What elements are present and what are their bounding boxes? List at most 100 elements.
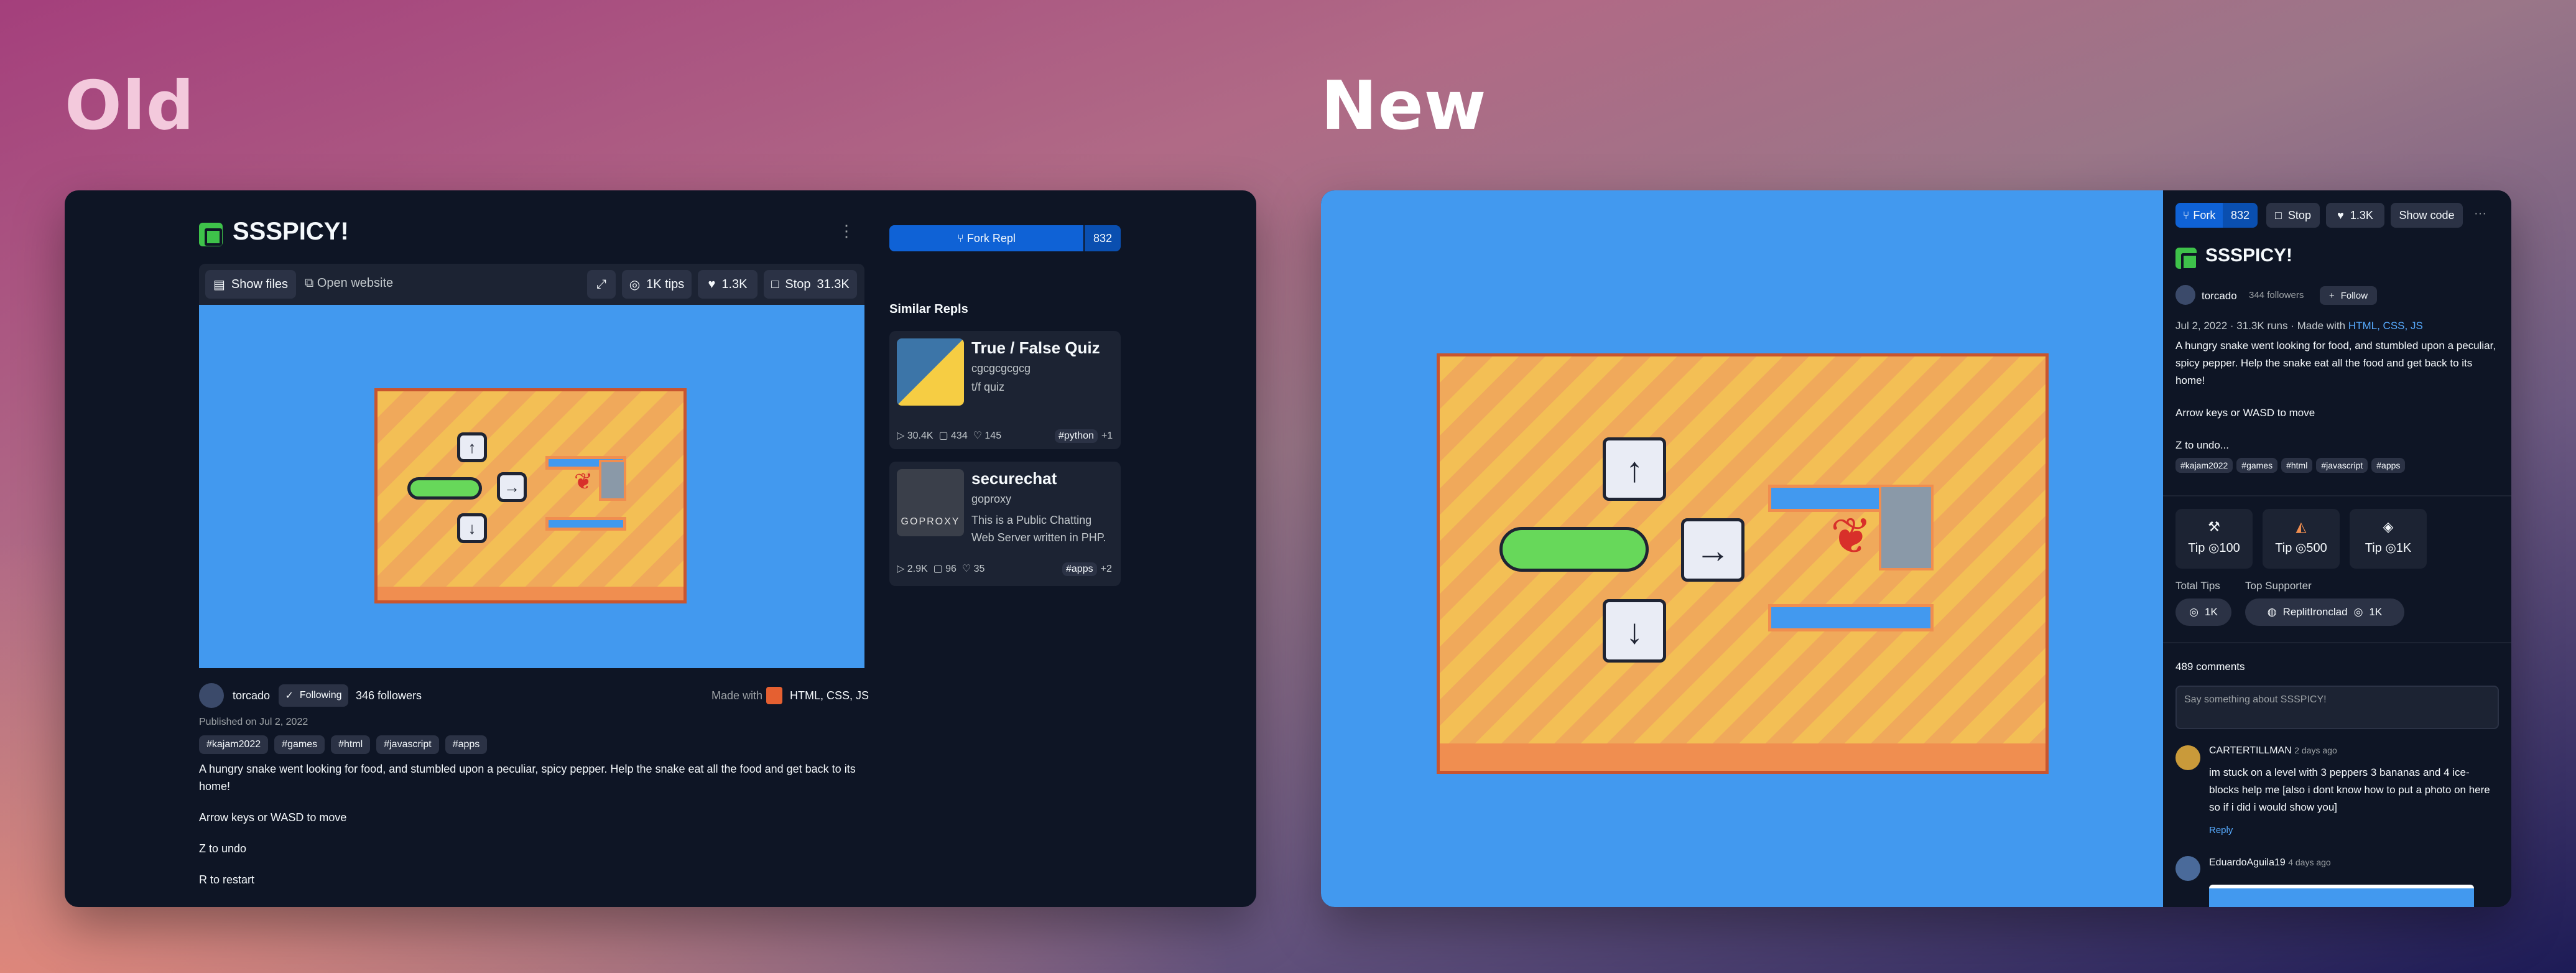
- description-paragraph: A hungry snake went looking for food, an…: [2175, 340, 2496, 386]
- tag[interactable]: #javascript: [376, 735, 439, 754]
- comment-time: 4 days ago: [2288, 857, 2331, 867]
- made-with-label: Made with: [711, 689, 763, 702]
- more-options-icon[interactable]: ⋮: [838, 221, 855, 241]
- follow-button[interactable]: + Follow: [2320, 286, 2377, 305]
- runs-count: 31.3K: [817, 277, 850, 291]
- card-title: securechat: [971, 469, 1057, 488]
- tag[interactable]: #games: [2236, 458, 2278, 473]
- like-button[interactable]: ♥ 1.3K: [698, 270, 758, 299]
- tag[interactable]: #kajam2022: [2175, 458, 2233, 473]
- likes: 35: [973, 564, 985, 574]
- stop-button[interactable]: □ Stop 31.3K: [764, 270, 857, 299]
- tips-button[interactable]: ◎ 1K tips: [622, 270, 692, 299]
- commenter-avatar[interactable]: [2175, 745, 2200, 770]
- comment-input[interactable]: Say something about SSSPICY!: [2175, 686, 2499, 729]
- top-supporter-label: Top Supporter: [2245, 580, 2312, 592]
- heart-icon: ♥: [2337, 208, 2344, 221]
- more-options-icon[interactable]: ···: [2474, 207, 2486, 221]
- show-code-button[interactable]: Show code: [2391, 203, 2463, 228]
- card-title: True / False Quiz: [971, 338, 1100, 357]
- like-button[interactable]: ♥ 1.3K: [2326, 203, 2384, 228]
- description-paragraph: Arrow keys or WASD to move: [199, 811, 347, 824]
- old-heading: Old: [65, 67, 195, 145]
- card-description: t/f quiz: [971, 381, 1005, 393]
- game-canvas[interactable]: ↑ ↓ → ❦: [199, 305, 864, 668]
- up-arrow-key: ↑: [457, 432, 487, 462]
- tag[interactable]: #html: [331, 735, 371, 754]
- tag[interactable]: #apps: [445, 735, 488, 754]
- tag[interactable]: #apps: [1062, 562, 1097, 576]
- down-arrow-key: ↓: [457, 513, 487, 543]
- fullscreen-button[interactable]: ⤢: [587, 270, 616, 299]
- stop-label: Stop: [2287, 208, 2311, 221]
- ice-block: [599, 460, 626, 501]
- fork-button[interactable]: ⑂ Fork: [2175, 203, 2223, 228]
- card-tags: #python +1: [1055, 429, 1113, 443]
- open-website-link[interactable]: ⧉ Open website: [305, 276, 393, 291]
- fork-count: 832: [1085, 225, 1121, 251]
- board-floor: [1440, 743, 2046, 771]
- tag[interactable]: #kajam2022: [199, 735, 269, 754]
- fork-repl-button[interactable]: ⑂ Fork Repl: [889, 225, 1083, 251]
- right-arrow-key: →: [1681, 518, 1744, 582]
- fork-count: 832: [2223, 203, 2258, 228]
- tag[interactable]: #html: [2281, 458, 2313, 473]
- comment-user[interactable]: EduardoAguila19: [2209, 857, 2286, 868]
- commenter-avatar[interactable]: [2175, 856, 2200, 881]
- tag[interactable]: #games: [274, 735, 325, 754]
- old-tags: #kajam2022 #games #html #javascript #apps: [199, 735, 493, 754]
- old-description: A hungry snake went looking for food, an…: [199, 760, 858, 888]
- divider: [2163, 642, 2511, 643]
- expand-icon: ⤢: [596, 277, 606, 291]
- tip-1k-button[interactable]: ◈ Tip ◎1K: [2350, 509, 2427, 569]
- author-name[interactable]: torcado: [2202, 290, 2237, 302]
- old-screenshot-panel: SSSPICY! ⋮ ▤ Show files ⧉ Open website ⤢ …: [65, 190, 1256, 907]
- comment-header: CARTERTILLMAN 2 days ago: [2209, 745, 2337, 757]
- author-avatar[interactable]: [199, 683, 224, 708]
- comments-count: 489 comments: [2175, 661, 2245, 673]
- tag[interactable]: #python: [1055, 429, 1098, 443]
- runs: 2.9K: [907, 564, 928, 574]
- similar-repl-card[interactable]: True / False Quiz cgcgcgcgcg t/f quiz ▷ …: [889, 331, 1121, 449]
- following-label: Following: [299, 690, 342, 701]
- game-canvas[interactable]: ↑ ↓ → ❦: [1321, 190, 2163, 907]
- more-tags: +2: [1100, 564, 1112, 574]
- similar-repl-card[interactable]: GOPROXY securechat goproxy This is a Pub…: [889, 462, 1121, 586]
- stop-button[interactable]: □ Stop: [2266, 203, 2320, 228]
- down-arrow-key: ↓: [1603, 599, 1666, 663]
- heart-icon: ♡: [961, 564, 974, 574]
- author-avatar[interactable]: [2175, 285, 2195, 305]
- description-paragraph: Z to undo: [199, 842, 247, 855]
- made-with-link[interactable]: HTML, CSS, JS: [2348, 320, 2423, 332]
- cycle-icon: ◎: [2189, 606, 2199, 618]
- tag[interactable]: #apps: [2371, 458, 2406, 473]
- tip-500-button[interactable]: ◭ Tip ◎500: [2263, 509, 2340, 569]
- following-button[interactable]: ✓ Following: [279, 684, 348, 707]
- total-tips-value: 1K: [2205, 606, 2218, 618]
- check-icon: ✓: [285, 691, 294, 701]
- repl-logo-icon: [199, 223, 223, 246]
- html5-icon: [766, 687, 782, 704]
- cycle-icon: ◎: [629, 277, 641, 292]
- plus-icon: +: [2328, 290, 2335, 301]
- description-paragraph: R to restart: [199, 873, 255, 886]
- date-runs: Jul 2, 2022 · 31.3K runs · Made with: [2175, 320, 2346, 332]
- up-arrow-key: ↑: [1603, 437, 1666, 501]
- author-name[interactable]: torcado: [233, 689, 270, 702]
- top-supporter-badge[interactable]: ◍ ReplitIronclad ◎ 1K: [2245, 598, 2404, 626]
- new-tags: #kajam2022 #games #html #javascript #apps: [2175, 458, 2409, 473]
- stop-label: Stop: [785, 277, 811, 291]
- card-stats: ▷ 30.4K ▢ 434 ♡ 145: [897, 429, 1001, 442]
- external-link-icon: ⧉: [305, 276, 317, 290]
- comment-user[interactable]: CARTERTILLMAN: [2209, 745, 2292, 756]
- card-author: goproxy: [971, 493, 1012, 505]
- tag[interactable]: #javascript: [2316, 458, 2368, 473]
- tip-100-button[interactable]: ⚒ Tip ◎100: [2175, 509, 2253, 569]
- show-files-button[interactable]: ▤ Show files: [205, 270, 296, 299]
- new-screenshot-panel: ↑ ↓ → ❦ ⑂ Fork 832 □ Stop ♥ 1.3K Show code …: [1321, 190, 2511, 907]
- reply-link[interactable]: Reply: [2209, 825, 2233, 836]
- card-author: cgcgcgcgcg: [971, 362, 1031, 375]
- repl-logo-icon: [2175, 248, 2198, 271]
- comment-icon: ▢: [933, 564, 946, 574]
- files-icon: ▤: [213, 277, 225, 292]
